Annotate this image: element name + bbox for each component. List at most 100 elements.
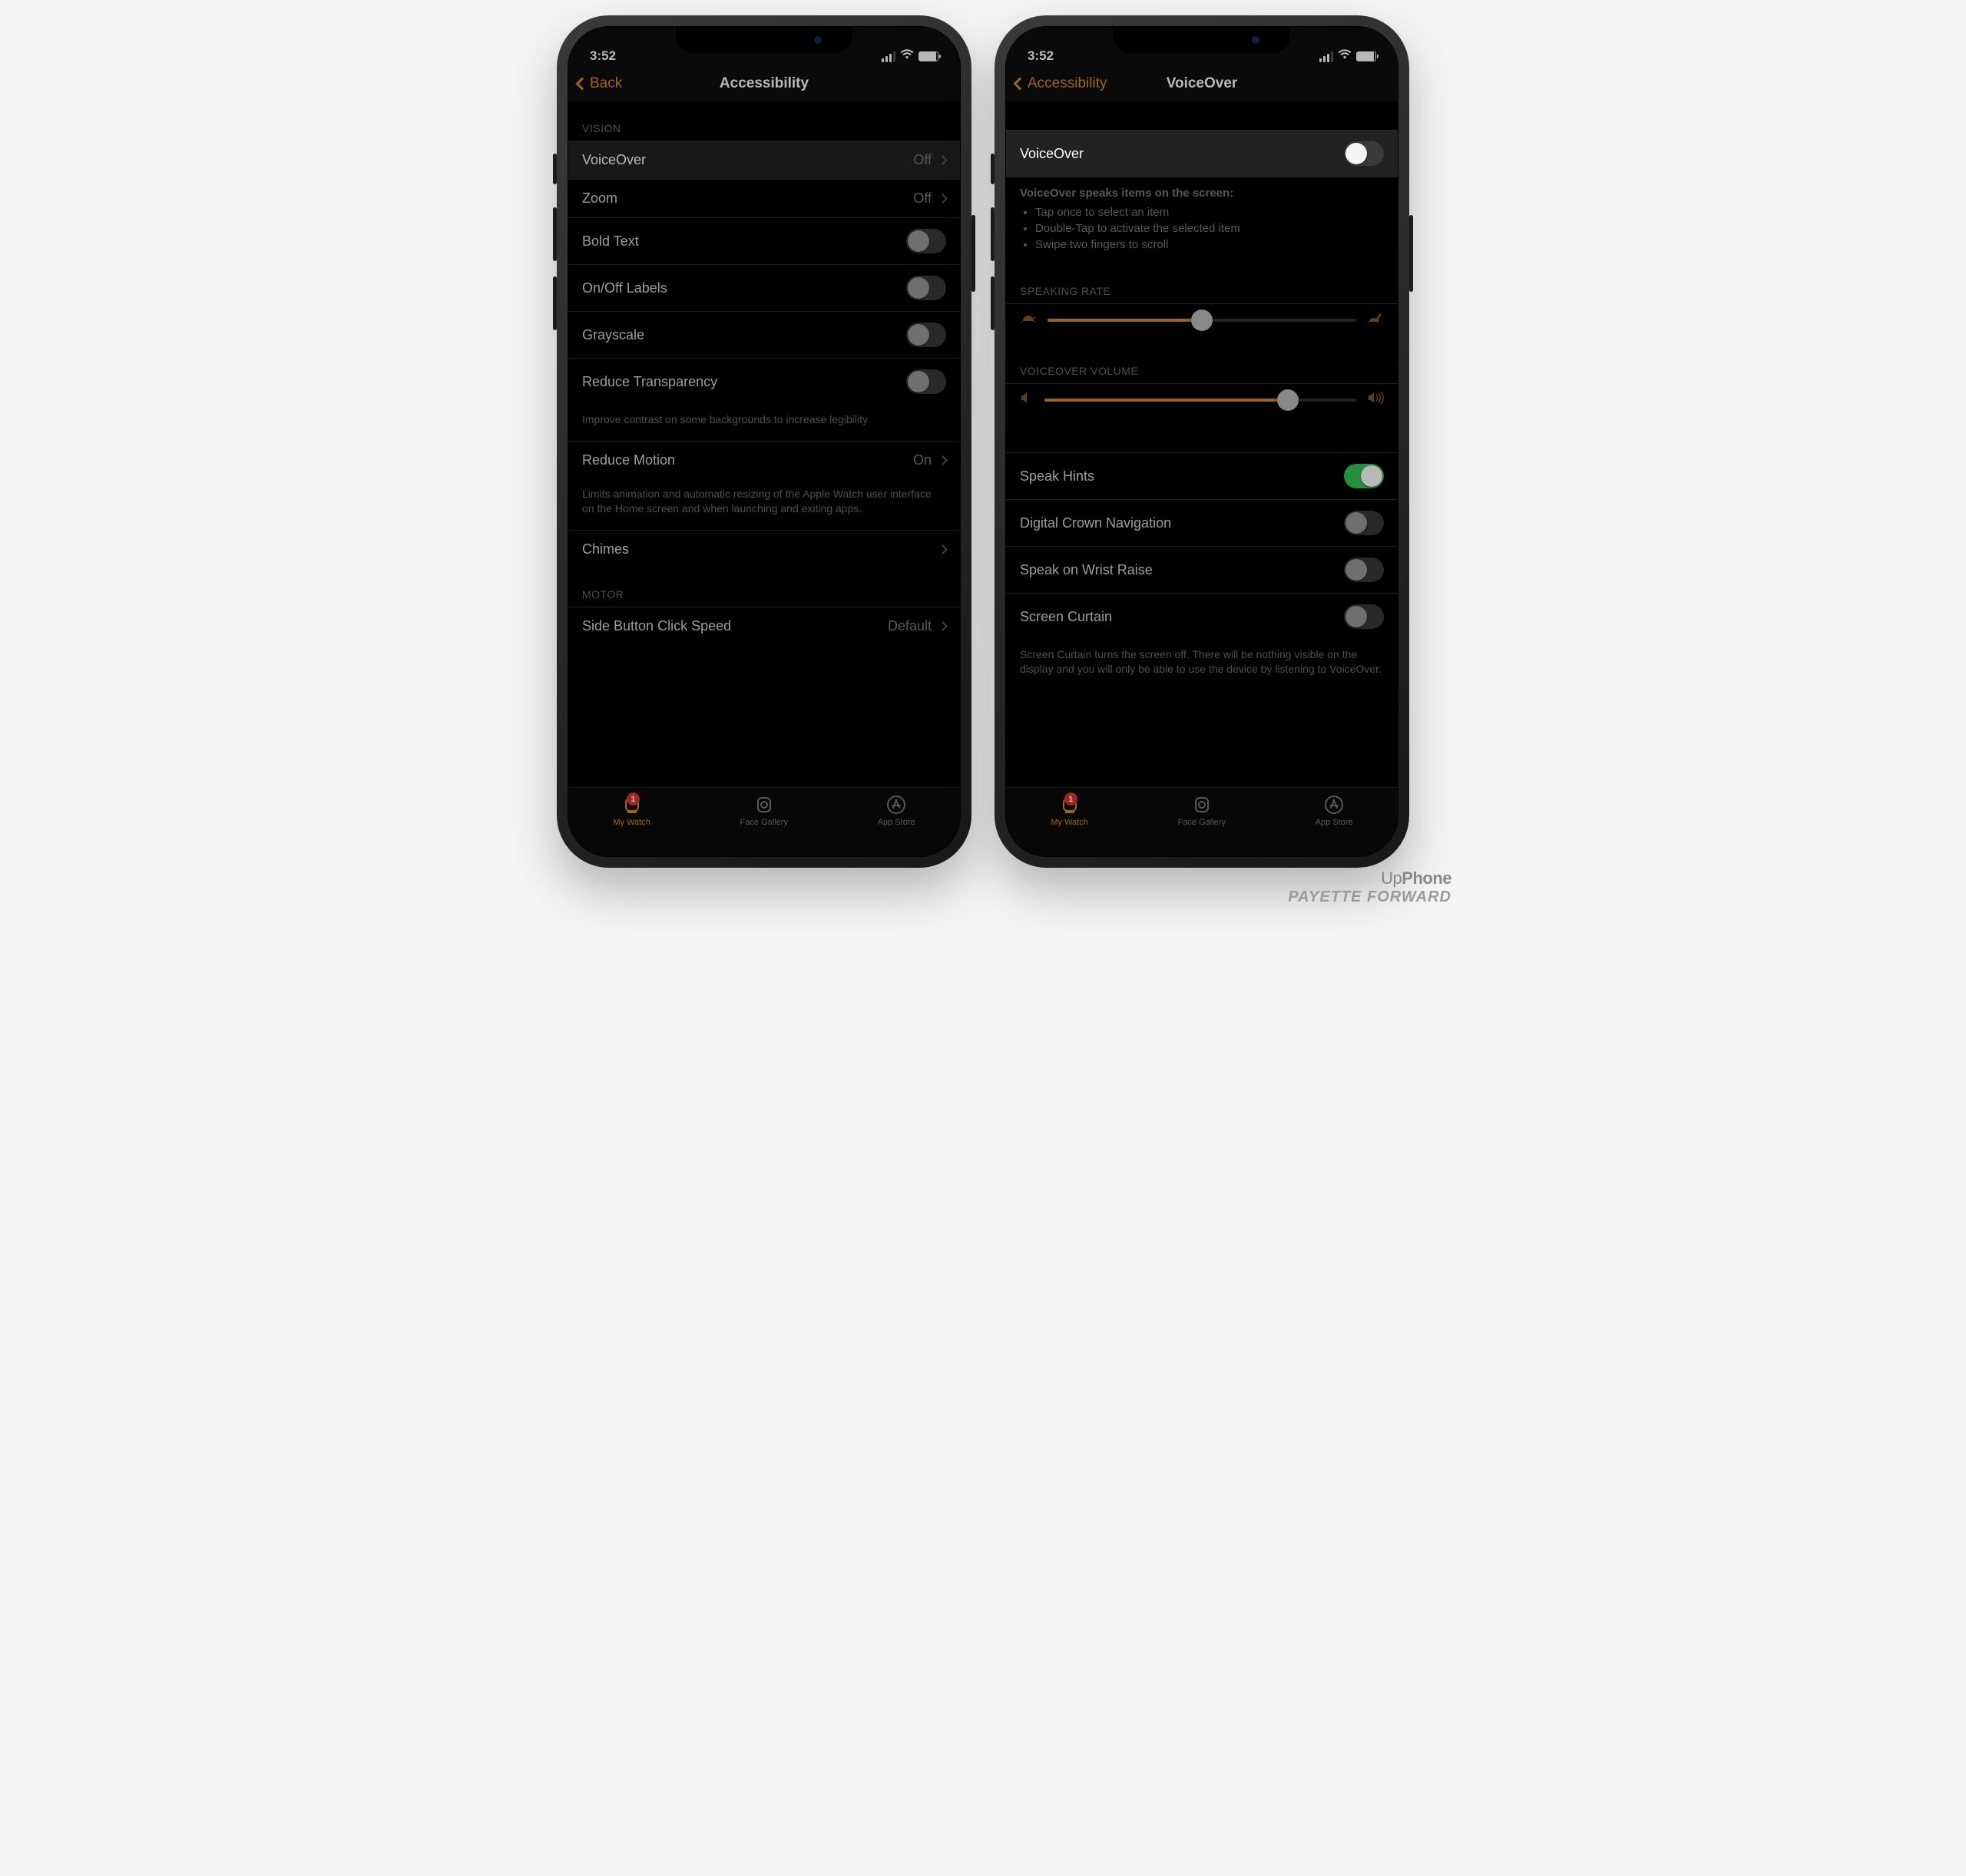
row-label: Reduce Motion bbox=[582, 452, 675, 468]
back-label: Accessibility bbox=[1028, 75, 1107, 92]
phone-voiceover: 3:52 Accessibility VoiceOver bbox=[995, 15, 1409, 868]
toggle-reduce-transparency[interactable] bbox=[906, 369, 946, 394]
phone-accessibility: 3:52 Back Accessibility VISION bbox=[557, 15, 971, 868]
back-button[interactable]: Back bbox=[568, 75, 622, 92]
toggle-speak-hints[interactable] bbox=[1344, 464, 1384, 488]
chevron-left-icon bbox=[576, 77, 589, 90]
app-store-icon bbox=[885, 794, 907, 816]
side-button bbox=[971, 215, 975, 292]
slider-volume[interactable] bbox=[1006, 383, 1398, 425]
volume-up-button bbox=[991, 207, 995, 261]
tab-label: My Watch bbox=[613, 818, 650, 827]
row-voiceover-toggle[interactable]: VoiceOver bbox=[1006, 130, 1398, 177]
back-button[interactable]: Accessibility bbox=[1006, 75, 1107, 92]
voiceover-description: VoiceOver speaks items on the screen: Ta… bbox=[1006, 177, 1398, 265]
tab-app-store[interactable]: App Store bbox=[878, 794, 915, 827]
section-header-motor: MOTOR bbox=[568, 568, 960, 607]
footer-note-motion: Limits animation and automatic resizing … bbox=[568, 479, 960, 530]
speaker-low-icon bbox=[1020, 392, 1034, 408]
toggle-screen-curtain[interactable] bbox=[1344, 604, 1384, 629]
row-zoom[interactable]: Zoom Off bbox=[568, 179, 960, 217]
status-time: 3:52 bbox=[1028, 48, 1054, 64]
desc-item: Swipe two fingers to scroll bbox=[1035, 237, 1384, 253]
row-label: On/Off Labels bbox=[582, 280, 667, 296]
chevron-right-icon bbox=[938, 621, 948, 631]
desc-item: Double-Tap to activate the selected item bbox=[1035, 220, 1384, 237]
watermark: UpPhone PAYETTE FORWARD bbox=[1288, 869, 1451, 906]
voiceover-content[interactable]: VoiceOver VoiceOver speaks items on the … bbox=[1006, 102, 1398, 787]
section-header-speaking-rate: SPEAKING RATE bbox=[1006, 265, 1398, 303]
notch bbox=[1114, 27, 1290, 53]
row-value: Default bbox=[888, 618, 932, 634]
row-speak-wrist-raise[interactable]: Speak on Wrist Raise bbox=[1006, 546, 1398, 593]
row-speak-hints[interactable]: Speak Hints bbox=[1006, 452, 1398, 499]
row-reduce-transparency[interactable]: Reduce Transparency bbox=[568, 358, 960, 405]
row-bold-text[interactable]: Bold Text bbox=[568, 217, 960, 264]
toggle-digital-crown[interactable] bbox=[1344, 511, 1384, 535]
row-value: Off bbox=[913, 190, 932, 207]
wifi-icon bbox=[1338, 49, 1352, 64]
rabbit-icon bbox=[1367, 312, 1384, 328]
chevron-right-icon bbox=[938, 155, 948, 165]
volume-down-button bbox=[991, 276, 995, 330]
tab-bar: 1 My Watch Face Gallery App Store bbox=[568, 787, 960, 856]
toggle-grayscale[interactable] bbox=[906, 323, 946, 347]
tab-label: My Watch bbox=[1051, 818, 1088, 827]
toggle-bold-text[interactable] bbox=[906, 229, 946, 253]
desc-item: Tap once to select an item bbox=[1035, 204, 1384, 220]
cellular-signal-icon bbox=[1319, 51, 1333, 62]
tab-label: App Store bbox=[1316, 818, 1353, 827]
row-digital-crown-nav[interactable]: Digital Crown Navigation bbox=[1006, 499, 1398, 546]
side-button bbox=[1409, 215, 1413, 292]
app-store-icon bbox=[1323, 794, 1345, 816]
toggle-onoff-labels[interactable] bbox=[906, 276, 946, 300]
tab-label: Face Gallery bbox=[740, 818, 788, 827]
toggle-wrist-raise[interactable] bbox=[1344, 558, 1384, 582]
footer-note-curtain: Screen Curtain turns the screen off. The… bbox=[1006, 640, 1398, 677]
row-label: VoiceOver bbox=[1020, 146, 1084, 162]
tab-app-store[interactable]: App Store bbox=[1316, 794, 1353, 827]
face-gallery-icon bbox=[1191, 794, 1213, 816]
row-label: Reduce Transparency bbox=[582, 374, 717, 390]
nav-bar: Back Accessibility bbox=[568, 65, 960, 102]
cellular-signal-icon bbox=[882, 51, 895, 62]
nav-bar: Accessibility VoiceOver bbox=[1006, 65, 1398, 102]
volume-up-button bbox=[553, 207, 557, 261]
tab-my-watch[interactable]: 1 My Watch bbox=[613, 794, 650, 827]
row-reduce-motion[interactable]: Reduce Motion On bbox=[568, 441, 960, 479]
battery-icon bbox=[918, 51, 938, 61]
row-grayscale[interactable]: Grayscale bbox=[568, 311, 960, 358]
tab-face-gallery[interactable]: Face Gallery bbox=[740, 794, 788, 827]
tab-label: Face Gallery bbox=[1178, 818, 1226, 827]
desc-lead: VoiceOver speaks items on the screen: bbox=[1020, 187, 1233, 200]
slider-speaking-rate[interactable] bbox=[1006, 303, 1398, 345]
chevron-right-icon bbox=[938, 194, 948, 203]
section-header-volume: VOICEOVER VOLUME bbox=[1006, 345, 1398, 383]
speaker-high-icon bbox=[1367, 392, 1384, 408]
section-header-vision: VISION bbox=[568, 102, 960, 141]
row-label: Side Button Click Speed bbox=[582, 618, 731, 634]
chevron-right-icon bbox=[938, 544, 948, 554]
row-side-button-speed[interactable]: Side Button Click Speed Default bbox=[568, 607, 960, 645]
chevron-right-icon bbox=[938, 455, 948, 465]
face-gallery-icon bbox=[753, 794, 775, 816]
row-value: On bbox=[913, 452, 932, 468]
back-label: Back bbox=[590, 75, 622, 92]
chevron-left-icon bbox=[1014, 77, 1027, 90]
tab-face-gallery[interactable]: Face Gallery bbox=[1178, 794, 1226, 827]
row-screen-curtain[interactable]: Screen Curtain bbox=[1006, 593, 1398, 640]
mute-switch bbox=[991, 154, 995, 184]
row-label: Digital Crown Navigation bbox=[1020, 515, 1171, 531]
notch bbox=[676, 27, 852, 53]
row-label: Speak on Wrist Raise bbox=[1020, 562, 1153, 578]
row-chimes[interactable]: Chimes bbox=[568, 530, 960, 568]
row-voiceover[interactable]: VoiceOver Off bbox=[568, 141, 960, 179]
tab-my-watch[interactable]: 1 My Watch bbox=[1051, 794, 1088, 827]
toggle-voiceover[interactable] bbox=[1344, 141, 1384, 166]
row-value: Off bbox=[913, 152, 932, 168]
volume-down-button bbox=[553, 276, 557, 330]
battery-icon bbox=[1356, 51, 1376, 61]
settings-content[interactable]: VISION VoiceOver Off Zoom Off Bold Text … bbox=[568, 102, 960, 787]
row-onoff-labels[interactable]: On/Off Labels bbox=[568, 264, 960, 311]
row-label: Screen Curtain bbox=[1020, 609, 1112, 625]
